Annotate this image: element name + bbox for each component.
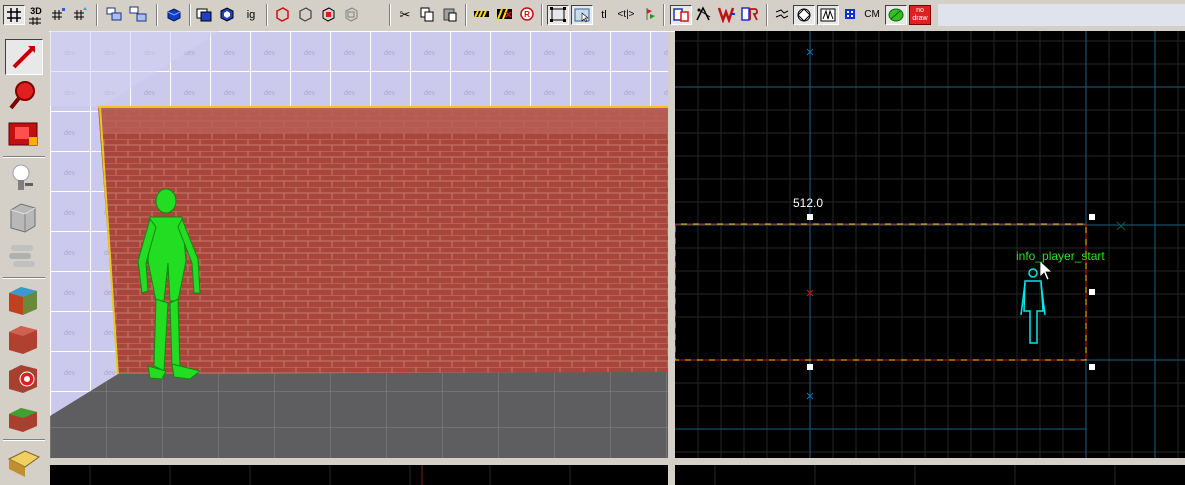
3d-scene: dev <box>50 31 668 458</box>
grid-toggle-icon[interactable] <box>3 5 25 25</box>
main-toolbar: 3D ig ✂ R tl <t|> CM no draw <box>0 0 1185 32</box>
decal-tool[interactable] <box>5 322 43 358</box>
map-properties-icon[interactable] <box>694 5 714 25</box>
texture-label[interactable]: tl <box>597 5 611 25</box>
select-box-icon[interactable] <box>547 5 569 25</box>
brushes-icon[interactable] <box>342 5 360 25</box>
toolbar-separator <box>156 4 158 26</box>
hide-icon[interactable] <box>165 5 183 25</box>
cordon-label[interactable]: CM <box>862 5 882 25</box>
toolbar-separator <box>189 4 191 26</box>
vertex-icon[interactable] <box>773 5 791 25</box>
texture-tool[interactable] <box>5 239 43 275</box>
player-start-figure <box>1020 268 1046 344</box>
toolbar-separator <box>96 4 98 26</box>
bottom-left-grid <box>89 465 571 485</box>
toolbar-empty-area <box>938 4 1185 26</box>
3d-grid-label: 3D <box>30 6 42 16</box>
clipping-tool[interactable] <box>5 400 43 436</box>
toolbar-separator <box>389 4 391 26</box>
magnify-tool[interactable] <box>5 78 43 114</box>
select-object-icon[interactable] <box>571 5 593 25</box>
ignore-groups-label[interactable]: ig <box>242 5 260 25</box>
cm-text: CM <box>864 9 880 20</box>
toolbar-separator <box>663 4 665 26</box>
wireframe-icon[interactable] <box>817 5 839 25</box>
floor <box>50 372 668 458</box>
3d-viewport[interactable]: dev <box>50 31 668 458</box>
camera-tool[interactable] <box>5 117 43 153</box>
selection-handles <box>807 214 1095 370</box>
dimension-label: 512.0 <box>793 196 824 210</box>
group-icon[interactable] <box>104 5 124 25</box>
tools-separator <box>3 439 45 441</box>
arrows-text: <t|> <box>617 9 635 20</box>
larger-grid-icon[interactable] <box>71 5 89 25</box>
texture-scale-lock-icon[interactable] <box>495 5 513 25</box>
tools-palette <box>0 31 49 485</box>
flag-icon[interactable] <box>640 5 658 25</box>
smaller-grid-icon[interactable] <box>49 5 67 25</box>
toolbar-separator <box>465 4 467 26</box>
top-2d-viewport[interactable]: 512.0 info_player_start <box>675 31 1185 458</box>
tl-text: tl <box>601 9 607 21</box>
toolbar-separator <box>541 4 543 26</box>
apply-texture-tool[interactable] <box>5 283 43 319</box>
block-tool[interactable] <box>5 200 43 236</box>
move-to-world-icon[interactable] <box>296 5 314 25</box>
tie-to-entity-icon[interactable] <box>273 5 291 25</box>
radius-letter: R <box>524 10 530 19</box>
overlay-tool[interactable] <box>5 361 43 397</box>
entity-icon[interactable] <box>319 5 337 25</box>
bottom-right-grid <box>714 465 1116 485</box>
bottom-right-viewport[interactable] <box>675 465 1185 485</box>
vertex-tool[interactable] <box>5 445 43 481</box>
mouse-cursor-icon <box>1039 260 1053 281</box>
texture-lock-icon[interactable] <box>472 5 490 25</box>
tools-separator <box>3 156 45 158</box>
tools-separator <box>3 277 45 279</box>
ig-text: ig <box>246 9 256 21</box>
3d-grid-icon[interactable]: 3D <box>27 5 45 25</box>
clipping-icon[interactable] <box>793 5 815 25</box>
toolbar-separator <box>766 4 768 26</box>
arrows-label[interactable]: <t|> <box>616 5 636 25</box>
bottom-left-viewport[interactable] <box>50 465 668 485</box>
toolbar-separator <box>266 4 268 26</box>
wall-trim <box>98 106 668 134</box>
minor-grid <box>675 31 1185 458</box>
entity-label: info_player_start <box>1016 249 1105 263</box>
nodraw-icon[interactable]: no draw <box>909 5 931 25</box>
cut-icon[interactable]: ✂ <box>396 5 414 25</box>
run-map-icon[interactable] <box>841 5 859 25</box>
radius-icon[interactable]: R <box>518 5 536 25</box>
nodraw-top-text: no <box>916 7 924 14</box>
entity-tool[interactable] <box>5 161 43 197</box>
green-leaf-icon[interactable] <box>885 5 907 25</box>
check-problems-icon[interactable] <box>670 5 692 25</box>
find-icon[interactable] <box>740 5 760 25</box>
carve-icon[interactable] <box>195 5 213 25</box>
hollow-icon[interactable] <box>218 5 236 25</box>
nodraw-bottom-text: draw <box>912 15 928 22</box>
paste-icon[interactable] <box>441 5 459 25</box>
ungroup-icon[interactable] <box>128 5 148 25</box>
copy-icon[interactable] <box>418 5 436 25</box>
selection-tool[interactable] <box>5 39 43 75</box>
2d-grid-view <box>675 31 1185 458</box>
entity-report-icon[interactable] <box>717 5 737 25</box>
